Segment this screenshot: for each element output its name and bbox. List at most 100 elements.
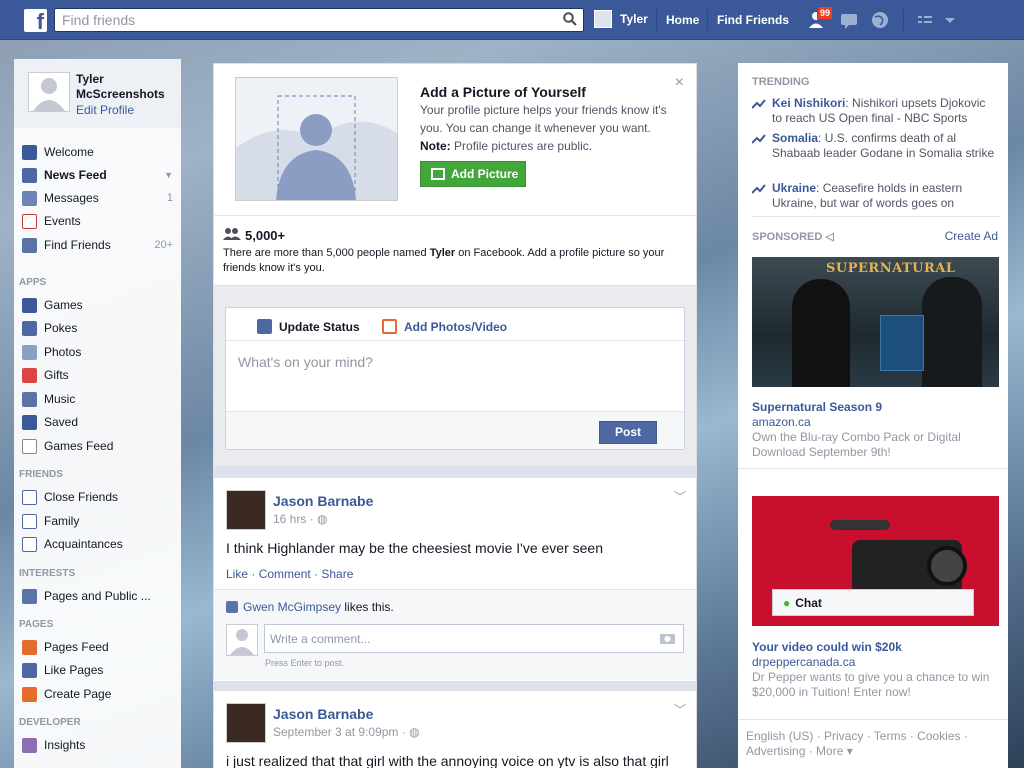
add-picture-button[interactable]: Add Picture xyxy=(420,161,526,187)
avatar xyxy=(594,10,612,28)
ad-url[interactable]: drpeppercanada.ca xyxy=(752,655,855,669)
messages-icon xyxy=(22,190,37,206)
profile-link[interactable]: Tyler xyxy=(594,10,648,28)
pages-feed-icon xyxy=(22,639,37,655)
sidebar-item-games[interactable]: Games xyxy=(14,294,181,316)
story-timestamp[interactable]: September 3 at 9:09pm · ◍ xyxy=(273,725,420,739)
music-icon xyxy=(22,391,37,407)
sidebar-item-label: Saved xyxy=(44,415,79,429)
prompt-text: Your profile picture helps your friends … xyxy=(420,101,670,155)
pages-section-header[interactable]: PAGES xyxy=(19,619,53,630)
sidebar-item-create-page[interactable]: Create Page xyxy=(14,683,181,705)
actor-left xyxy=(792,279,850,387)
profile-picture-placeholder[interactable] xyxy=(235,77,398,201)
status-input[interactable]: What's on your mind? xyxy=(238,354,373,370)
post-button[interactable]: Post xyxy=(599,421,657,444)
comment-input[interactable]: Write a comment... xyxy=(264,624,684,653)
interests-section-header[interactable]: INTERESTS xyxy=(19,568,75,579)
feed-story: Jason Barnabe September 3 at 9:09pm · ◍ … xyxy=(213,690,697,768)
home-link[interactable]: Home xyxy=(666,13,699,27)
pencil-icon xyxy=(257,319,272,334)
profile-picture[interactable] xyxy=(28,72,70,112)
sidebar-item-label: Pages and Public ... xyxy=(44,589,151,603)
sidebar-item-welcome[interactable]: Welcome xyxy=(14,141,181,163)
close-icon[interactable]: × xyxy=(675,74,684,92)
sidebar-item-insights[interactable]: Insights xyxy=(14,734,181,756)
divider xyxy=(656,9,657,31)
divider xyxy=(226,340,684,341)
insights-icon xyxy=(22,737,37,753)
comment-placeholder: Write a comment... xyxy=(270,632,371,646)
edit-profile-link[interactable]: Edit Profile xyxy=(76,103,134,117)
story-author[interactable]: Jason Barnabe xyxy=(273,706,373,722)
sidebar-item-like-pages[interactable]: Like Pages xyxy=(14,659,181,681)
sidebar-item-family[interactable]: Family xyxy=(14,510,181,532)
sidebar-item-messages[interactable]: Messages 1 xyxy=(14,187,181,209)
sidebar-item-label: Pages Feed xyxy=(44,640,109,654)
sidebar-item-photos[interactable]: Photos xyxy=(14,341,181,363)
trending-item[interactable]: Somalia: U.S. confirms death of al Shaba… xyxy=(751,131,997,161)
create-ad-link[interactable]: Create Ad xyxy=(945,229,998,243)
friends-section-header[interactable]: FRIENDS xyxy=(19,469,63,480)
tab-add-photos-video[interactable]: Add Photos/Video xyxy=(382,319,507,334)
sidebar-item-news-feed[interactable]: News Feed ▼ xyxy=(14,164,181,186)
sidebar-item-find-friends[interactable]: Find Friends 20+ xyxy=(14,234,181,256)
avatar[interactable] xyxy=(226,703,266,743)
profile-name[interactable]: Tyler McScreenshots xyxy=(76,72,176,102)
story-timestamp[interactable]: 16 hrs · ◍ xyxy=(273,512,328,526)
trending-item[interactable]: Ukraine: Ceasefire holds in eastern Ukra… xyxy=(751,181,997,211)
tab-update-status[interactable]: Update Status xyxy=(257,319,360,334)
sidebar-item-pages-public[interactable]: Pages and Public ... xyxy=(14,585,181,607)
messages-jewel-icon[interactable] xyxy=(839,10,861,30)
add-picture-label: Add Picture xyxy=(451,167,519,181)
chevron-down-icon[interactable]: ﹀ xyxy=(674,701,686,718)
liker-link[interactable]: Gwen McGimpsey xyxy=(243,600,341,614)
find-friends-link[interactable]: Find Friends xyxy=(717,13,789,27)
footer-links[interactable]: English (US) · Privacy · Terms · Cookies… xyxy=(746,729,1006,759)
sidebar-item-pokes[interactable]: Pokes xyxy=(14,317,181,339)
ad-url[interactable]: amazon.ca xyxy=(752,415,811,429)
camera-icon[interactable] xyxy=(660,632,675,647)
tab-label: Update Status xyxy=(279,319,360,334)
ad-description: Own the Blu-ray Combo Pack or Digital Do… xyxy=(752,430,961,459)
facebook-logo[interactable]: f xyxy=(24,9,47,32)
sidebar-item-close-friends[interactable]: Close Friends xyxy=(14,486,181,508)
chat-tab[interactable]: ● Chat xyxy=(772,589,974,616)
trending-topic: Kei Nishikori xyxy=(772,96,846,110)
ad-title[interactable]: Supernatural Season 9 xyxy=(752,400,882,414)
sidebar-item-saved[interactable]: Saved xyxy=(14,411,181,433)
chevron-down-icon[interactable]: ﹀ xyxy=(674,488,686,505)
story-text: i just realized that that girl with the … xyxy=(226,753,669,768)
sponsored-label: SPONSORED xyxy=(752,231,823,243)
sidebar-item-acquaintances[interactable]: Acquaintances xyxy=(14,533,181,555)
trending-header: TRENDING xyxy=(752,76,810,88)
notifications-globe-icon[interactable] xyxy=(870,10,892,30)
comment-link[interactable]: Comment xyxy=(259,567,311,581)
privacy-shortcuts-icon[interactable] xyxy=(916,10,938,30)
search-icon[interactable] xyxy=(563,12,577,29)
account-menu-chevron-down-icon[interactable] xyxy=(943,10,965,30)
divider xyxy=(738,468,1008,469)
trending-item[interactable]: Kei Nishikori: Nishikori upsets Djokovic… xyxy=(751,96,997,126)
news-feed-icon xyxy=(22,167,37,183)
chevron-down-icon[interactable]: ▼ xyxy=(164,170,173,180)
story-author[interactable]: Jason Barnabe xyxy=(273,493,373,509)
sidebar-item-events[interactable]: Events xyxy=(14,210,181,232)
ad-title[interactable]: Your video could win $20k xyxy=(752,640,902,654)
sidebar-item-gifts[interactable]: Gifts xyxy=(14,364,181,386)
right-sidebar: TRENDING Kei Nishikori: Nishikori upsets… xyxy=(738,63,1008,768)
sidebar-item-games-feed[interactable]: Games Feed xyxy=(14,435,181,457)
avatar xyxy=(226,624,258,656)
developer-section-header[interactable]: DEVELOPER xyxy=(19,717,81,728)
like-link[interactable]: Like xyxy=(226,567,248,581)
find-friends-count: 20+ xyxy=(154,239,173,251)
family-icon xyxy=(22,513,37,529)
search-input[interactable] xyxy=(55,9,545,31)
share-link[interactable]: Share xyxy=(321,567,353,581)
sidebar-item-pages-feed[interactable]: Pages Feed xyxy=(14,636,181,658)
avatar[interactable] xyxy=(226,490,266,530)
apps-section-header[interactable]: APPS xyxy=(19,277,46,288)
name-count-value: 5,000+ xyxy=(245,227,286,243)
ad-image-supernatural[interactable]: SUPERNATURAL xyxy=(752,257,999,387)
sidebar-item-music[interactable]: Music xyxy=(14,388,181,410)
